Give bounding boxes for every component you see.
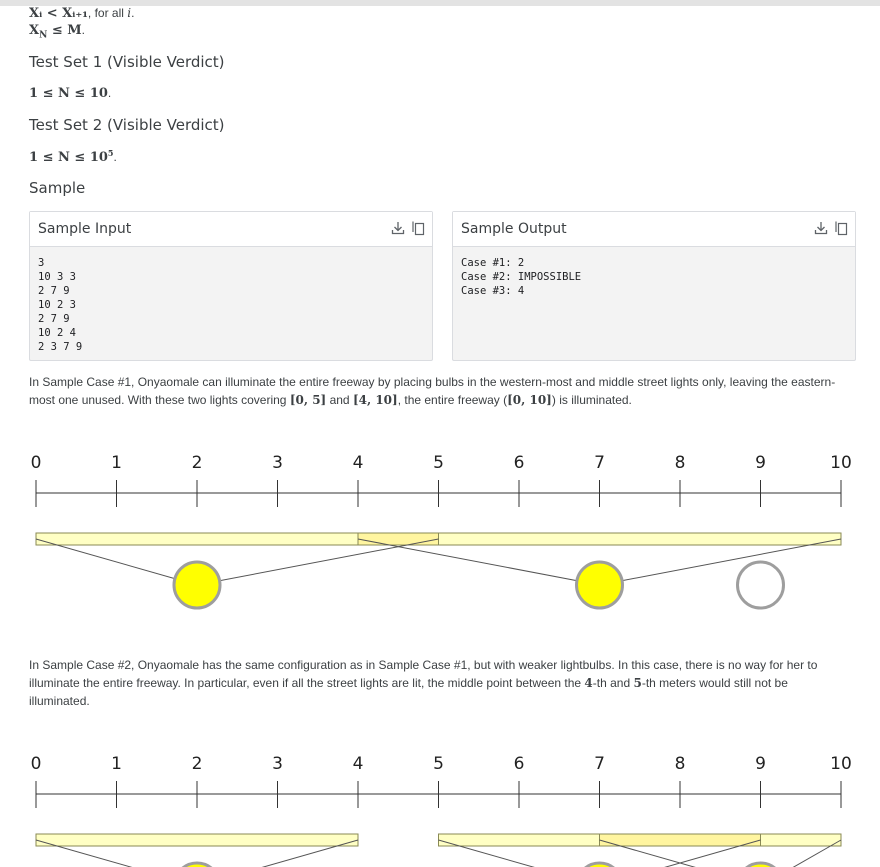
axis-tick-label: 4 [353,453,364,473]
constraint-max-end: . [81,23,86,37]
explanation-1-math-c: [0, 10] [507,393,552,407]
axis-tick-label: 10 [830,754,852,774]
freeway-diagram-case-2: 0 1 2 3 4 5 6 7 8 9 10 [31,754,852,867]
axis-tick-label: 0 [31,453,42,473]
download-icon[interactable] [390,220,406,241]
constraint-ordering-end: . [131,6,135,20]
sample-output-title: Sample Output [461,221,567,237]
constraint-ordering: Xᵢ < Xᵢ₊₁, for all i. [29,6,134,21]
test-set-1-math: 1 ≤ N ≤ 10 [29,86,108,101]
axis-tick-label: 8 [675,754,686,774]
axis-tick-label: 5 [433,453,444,473]
copy-icon[interactable] [833,220,849,241]
sample-output-card: Sample Output Case #1: 2 Case #2: IMPOSS… [452,211,856,361]
explanation-case-1: In Sample Case #1, Onyaomale can illumin… [29,373,849,409]
download-icon[interactable] [813,220,829,241]
axis-tick-label: 3 [272,754,283,774]
light-beam [196,538,439,586]
constraint-max-rest: ≤ M [47,23,82,38]
constraint-ordering-math: Xᵢ < Xᵢ₊₁ [29,6,88,21]
sample-output-actions [813,220,849,241]
test-set-2-end: . [113,150,117,164]
sample-input-title: Sample Input [38,221,132,237]
explanation-1-text-b: and [326,393,353,407]
axis-tick-label: 6 [514,754,525,774]
sample-input-header: Sample Input [30,212,432,247]
axis-tick-label: 4 [353,754,364,774]
sample-output-text[interactable]: Case #1: 2 Case #2: IMPOSSIBLE Case #3: … [453,247,855,307]
street-light-lit [172,560,222,610]
explanation-2-math-a: 4 [584,676,593,690]
sample-output-header: Sample Output [453,212,855,247]
coverage-overlap [599,833,761,847]
street-light-lit [575,560,624,610]
sample-input-text[interactable]: 3 10 3 3 2 7 9 10 2 3 2 7 9 10 2 4 2 3 7… [30,247,432,363]
explanation-2-text-b: -th and [592,676,634,690]
sample-input-actions [390,220,426,241]
street-light-lit [181,861,213,867]
axis-tick-label: 5 [433,754,444,774]
explanation-1-math-a: [0, 5] [289,393,327,407]
explanation-case-2: In Sample Case #2, Onyaomale has the sam… [29,656,849,710]
axis-tick-label: 9 [755,754,766,774]
constraint-max-x: X [29,23,40,38]
explanation-1-text-d: ) is illuminated. [551,393,632,407]
explanation-1-math-b: [4, 10] [352,393,398,407]
axis-tick-label: 0 [31,754,42,774]
axis-tick-label: 2 [192,453,203,473]
axis-tick-label: 3 [272,453,283,473]
axis-tick-label: 7 [594,754,605,774]
street-light-lit [584,861,615,867]
test-set-2-heading: Test Set 2 (Visible Verdict) [29,116,225,134]
coverage-overlap [357,532,439,546]
axis-tick-label: 1 [111,453,122,473]
light-beam [357,538,600,586]
axis-tick-label: 9 [755,453,766,473]
axis-tick-label: 1 [111,754,122,774]
copy-icon[interactable] [410,220,426,241]
test-set-1-end: . [107,86,112,100]
sample-input-card: Sample Input 3 10 3 3 2 7 9 10 2 3 2 7 9… [29,211,433,361]
coverage-bar [35,833,359,847]
constraint-max-position: XN ≤ M. [29,23,85,40]
sample-heading: Sample [29,179,86,197]
constraint-ordering-text: , for all [87,6,128,20]
freeway-diagram-case-1: 0 1 2 3 4 5 6 7 8 9 10 [31,453,852,610]
axis-tick-label: 10 [830,453,852,473]
axis-tick-label: 7 [594,453,605,473]
axis-tick-label: 2 [192,754,203,774]
test-set-2-constraint: 1 ≤ N ≤ 105. [29,148,117,165]
street-light-unlit [736,560,785,610]
light-beam [35,538,198,586]
street-light-lit [745,861,776,867]
explanation-2-math-b: 5 [633,676,642,690]
light-beam [599,538,842,586]
test-set-1-constraint: 1 ≤ N ≤ 10. [29,86,111,101]
axis-tick-label: 8 [675,453,686,473]
axis-tick-label: 6 [514,453,525,473]
test-set-2-math: 1 ≤ N ≤ 10 [29,150,108,165]
explanation-1-text-c: , the entire freeway ( [397,393,508,407]
test-set-1-heading: Test Set 1 (Visible Verdict) [29,53,225,71]
